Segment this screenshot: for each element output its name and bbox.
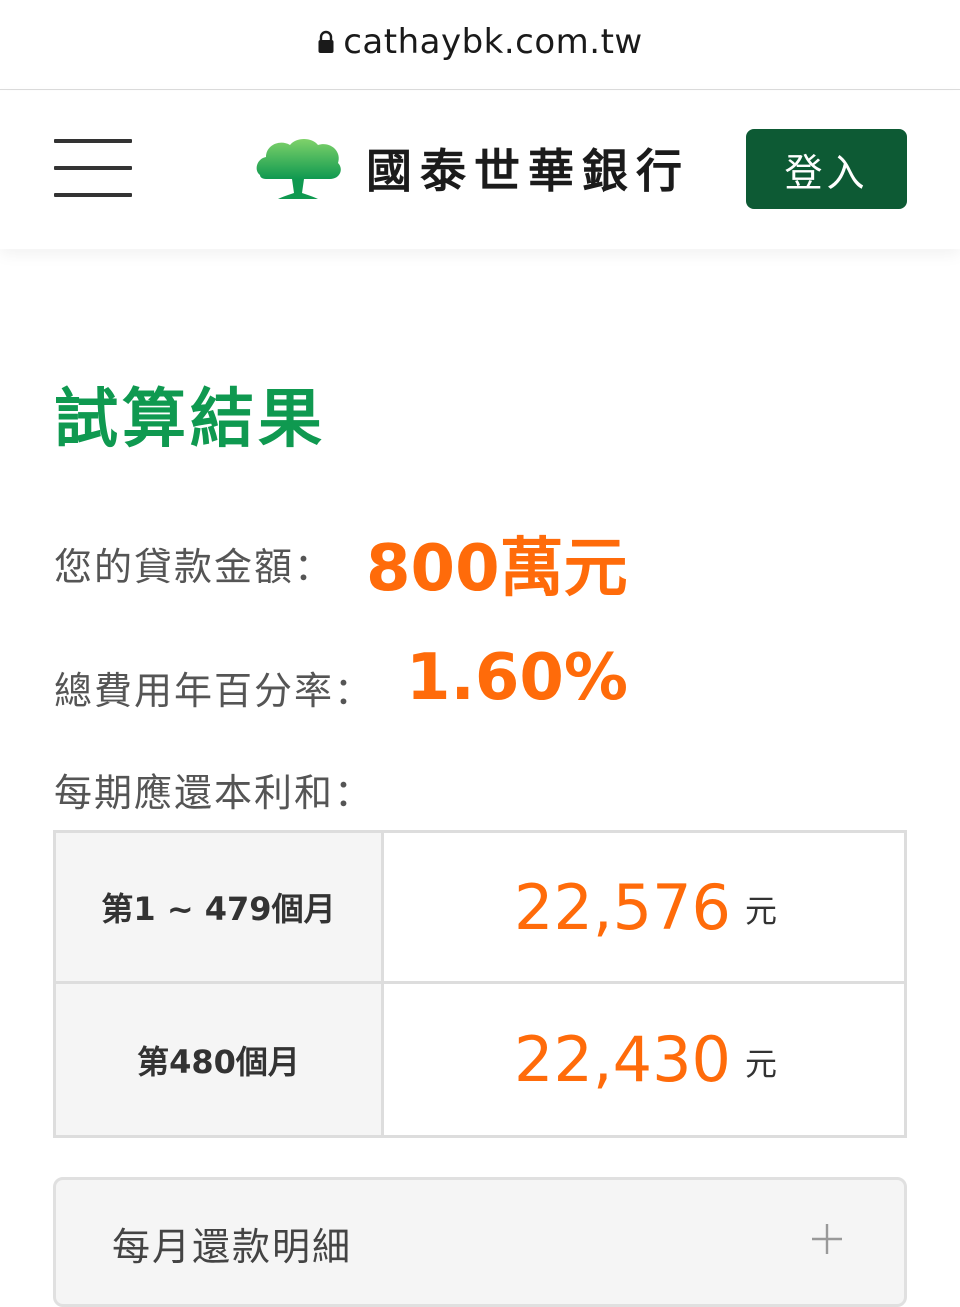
site-header: 國泰世華銀行 登入 [0, 91, 960, 249]
payment-amount: 22,430 [514, 1023, 731, 1096]
url-display[interactable]: cathaybk.com.tw [317, 22, 643, 62]
table-row: 第480個月 22,430 元 [56, 984, 904, 1135]
payment-amount: 22,576 [514, 870, 731, 944]
table-row: 第1 ~ 479個月 22,576 元 [56, 833, 904, 984]
payment-cell: 22,576 元 [387, 833, 904, 981]
period-label: 第1 ~ 479個月 [56, 833, 384, 981]
period-label: 第480個月 [56, 984, 384, 1135]
menu-line [54, 139, 132, 143]
currency-unit: 元 [744, 1044, 777, 1083]
bank-logo[interactable]: 國泰世華銀行 [252, 135, 690, 201]
url-text: cathaybk.com.tw [343, 21, 643, 62]
currency-unit: 元 [744, 892, 777, 930]
tree-logo-icon [256, 139, 341, 199]
hamburger-menu-icon[interactable] [54, 139, 134, 199]
result-title: 試算結果 [54, 383, 326, 457]
loan-amount-value: 800萬元 [366, 532, 628, 606]
payment-cell: 22,430 元 [387, 984, 904, 1135]
payment-table: 第1 ~ 479個月 22,576 元 第480個月 22,430 元 [53, 830, 907, 1138]
apr-label: 總費用年百分率： [54, 669, 375, 713]
plus-icon[interactable] [810, 1222, 844, 1256]
monthly-detail-accordion[interactable]: 每月還款明細 [53, 1177, 907, 1307]
menu-line [54, 166, 132, 170]
loan-amount-label: 您的貸款金額： [54, 545, 335, 589]
lock-icon [318, 30, 334, 53]
installment-label: 每期應還本利和： [54, 771, 375, 815]
browser-url-bar[interactable]: cathaybk.com.tw [0, 0, 960, 90]
menu-line [54, 193, 132, 197]
bank-name: 國泰世華銀行 [366, 144, 690, 198]
accordion-label: 每月還款明細 [112, 1225, 353, 1269]
apr-value: 1.60% [406, 641, 629, 715]
login-button[interactable]: 登入 [746, 129, 907, 209]
